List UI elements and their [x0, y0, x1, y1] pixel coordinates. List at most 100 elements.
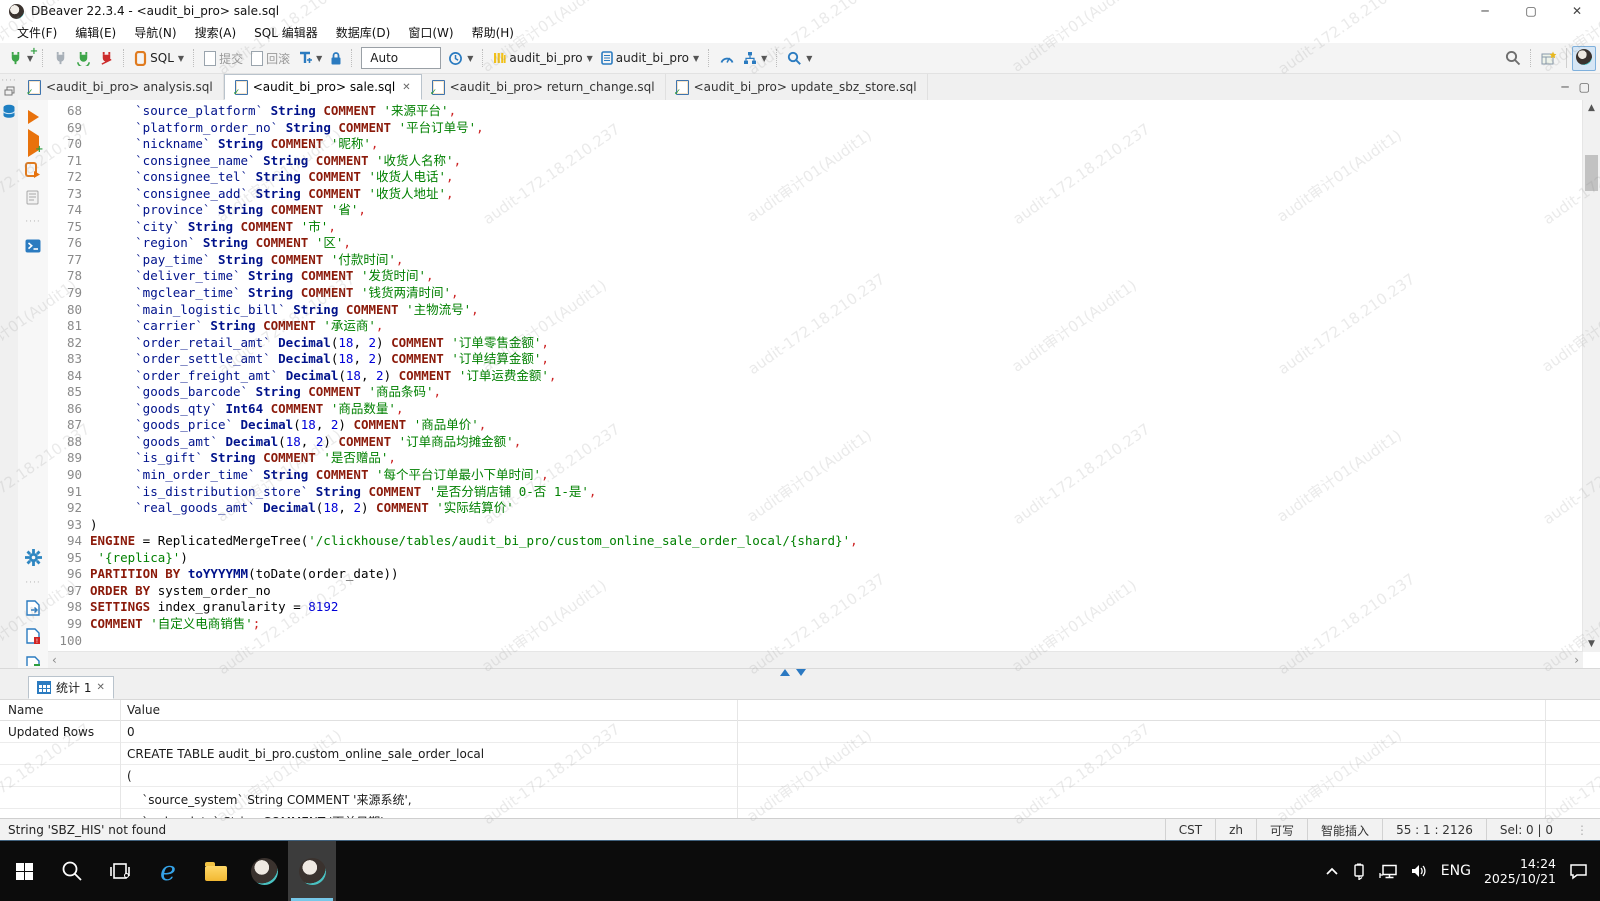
stats-row-3[interactable]: `source_system` String COMMENT '来源系统',: [0, 787, 1600, 809]
usb-device-icon[interactable]: [1352, 863, 1366, 880]
menu-item-4[interactable]: SQL 编辑器: [245, 22, 327, 43]
settings-gear-icon[interactable]: [25, 549, 42, 566]
commit-button[interactable]: 提交: [200, 47, 247, 70]
search-gray-icon: [1505, 50, 1521, 66]
editor-tab-3[interactable]: ✓<audit_bi_pro> update_sbz_store.sql: [666, 74, 928, 100]
stats-row-0[interactable]: Updated Rows0: [0, 721, 1600, 743]
menu-item-0[interactable]: 文件(F): [8, 22, 66, 43]
menu-item-2[interactable]: 导航(N): [125, 22, 185, 43]
minimize-view-icon[interactable]: ─: [1561, 80, 1568, 94]
commit-mode-button[interactable]: ▼: [739, 48, 771, 68]
execute-new-tab-button[interactable]: +: [28, 136, 39, 150]
code-line-72: 72 `consignee_tel` String COMMENT '收货人电话…: [48, 169, 1583, 186]
status-segment-5[interactable]: Sel: 0 | 0: [1486, 819, 1566, 841]
menu-item-1[interactable]: 编辑(E): [66, 22, 125, 43]
status-segment-2[interactable]: 可写: [1256, 819, 1307, 841]
execute-script-button[interactable]: [25, 162, 41, 178]
stats-row-4[interactable]: `order_date` String COMMENT '下单日期',: [0, 809, 1600, 818]
code-line-95: 95 '{replica}'): [48, 550, 1583, 567]
transaction-log-button[interactable]: ▼: [444, 48, 477, 69]
save-script-ok-button[interactable]: [26, 656, 41, 666]
results-tab-bar: 统计 1 ✕: [0, 676, 1600, 700]
transaction-mode-button[interactable]: ▼: [294, 48, 326, 68]
vertical-scrollbar[interactable]: ▲ ▼: [1582, 100, 1600, 652]
open-perspective-button[interactable]: [1537, 48, 1561, 69]
column-divider[interactable]: [120, 700, 121, 818]
minimize-button[interactable]: ─: [1462, 0, 1508, 22]
file-explorer-button[interactable]: [192, 841, 240, 901]
menu-item-3[interactable]: 搜索(A): [186, 22, 246, 43]
start-button[interactable]: [0, 841, 48, 901]
stats-row-1[interactable]: CREATE TABLE audit_bi_pro.custom_online_…: [0, 743, 1600, 765]
menu-item-6[interactable]: 窗口(W): [399, 22, 462, 43]
connection-selector[interactable]: audit_bi_pro ▼: [489, 48, 596, 68]
quick-search-button[interactable]: [1501, 47, 1525, 69]
line-number: 73: [48, 186, 82, 203]
column-header-name[interactable]: Name: [0, 700, 120, 720]
menu-item-5[interactable]: 数据库(D): [327, 22, 400, 43]
auto-commit-combobox[interactable]: Auto: [361, 47, 441, 69]
save-script-error-button[interactable]: !: [26, 628, 41, 644]
close-button[interactable]: ✕: [1554, 0, 1600, 22]
taskbar-clock[interactable]: 14:24 2025/10/21: [1484, 856, 1556, 886]
network-icon[interactable]: [1379, 864, 1398, 879]
sql-editor-button[interactable]: SQL ▼: [130, 48, 188, 69]
dashboard-button[interactable]: [715, 48, 739, 68]
volume-icon[interactable]: [1411, 864, 1428, 878]
tab-close-icon[interactable]: ✕: [96, 682, 104, 693]
editor-tab-0[interactable]: ✓<audit_bi_pro> analysis.sql: [18, 74, 224, 100]
restore-view-icon[interactable]: [4, 86, 15, 96]
status-segment-4[interactable]: 55 : 1 : 2126: [1382, 819, 1486, 841]
scroll-right-icon[interactable]: ›: [1574, 653, 1579, 667]
status-segment-0[interactable]: CST: [1165, 819, 1215, 841]
scroll-left-icon[interactable]: ‹: [52, 653, 57, 667]
scroll-up-icon[interactable]: ▲: [1583, 103, 1600, 113]
maximize-button[interactable]: ▢: [1508, 0, 1554, 22]
dbeaver-icon: [299, 858, 326, 885]
status-segment-3[interactable]: 智能插入: [1307, 819, 1382, 841]
status-segment-1[interactable]: zh: [1215, 819, 1256, 841]
export-script-button[interactable]: [26, 600, 41, 616]
dbeaver-perspective-button[interactable]: [1572, 46, 1596, 71]
history-clock-icon: [448, 51, 463, 66]
reconnect-button[interactable]: [72, 48, 95, 69]
explain-plan-button[interactable]: [26, 190, 40, 205]
connect-button[interactable]: [49, 48, 72, 69]
maximize-panel-icon[interactable]: [780, 669, 790, 676]
new-connection-button[interactable]: + ▼: [4, 48, 37, 69]
minimize-panel-icon[interactable]: [796, 669, 806, 676]
rollback-button[interactable]: 回滚: [247, 47, 294, 70]
language-indicator[interactable]: ENG: [1441, 863, 1471, 879]
editor-tab-2[interactable]: ✓<audit_bi_pro> return_change.sql: [422, 74, 666, 100]
dbeaver-pinned-button[interactable]: [240, 841, 288, 901]
column-header-value[interactable]: Value: [120, 700, 160, 720]
stats-tab[interactable]: 统计 1 ✕: [28, 676, 114, 699]
sql-console-button[interactable]: [25, 239, 41, 253]
scroll-down-icon[interactable]: ▼: [1583, 639, 1600, 649]
line-number: 92: [48, 500, 82, 517]
editor-tab-1[interactable]: ✓<audit_bi_pro> sale.sql✕: [224, 74, 422, 100]
disconnect-button[interactable]: [95, 48, 118, 69]
code-line-85: 85 `goods_barcode` String COMMENT '商品条码'…: [48, 384, 1583, 401]
maximize-view-icon[interactable]: ▢: [1579, 80, 1590, 94]
internet-explorer-button[interactable]: e: [144, 841, 192, 901]
sql-code-editor[interactable]: 68 `source_platform` String COMMENT '来源平…: [48, 100, 1583, 652]
taskbar-search-button[interactable]: [48, 841, 96, 901]
menu-item-7[interactable]: 帮助(H): [463, 22, 523, 43]
scroll-thumb[interactable]: [1585, 155, 1598, 191]
commit-doc-icon: [204, 51, 216, 66]
dbeaver-running-button[interactable]: [288, 841, 336, 901]
tab-close-icon[interactable]: ✕: [402, 82, 410, 93]
task-view-button[interactable]: [96, 841, 144, 901]
tray-chevron-icon[interactable]: [1325, 867, 1339, 876]
search-menu-button[interactable]: ▼: [783, 48, 816, 69]
lock-button[interactable]: [326, 48, 346, 68]
column-divider[interactable]: [737, 700, 738, 818]
stats-row-2[interactable]: (: [0, 765, 1600, 787]
line-number: 98: [48, 599, 82, 616]
horizontal-scrollbar[interactable]: ‹ ›: [48, 651, 1583, 668]
action-center-icon[interactable]: [1569, 863, 1588, 880]
database-navigator-icon[interactable]: [2, 104, 16, 119]
execute-statement-button[interactable]: [28, 110, 39, 124]
database-selector[interactable]: audit_bi_pro ▼: [597, 48, 703, 68]
